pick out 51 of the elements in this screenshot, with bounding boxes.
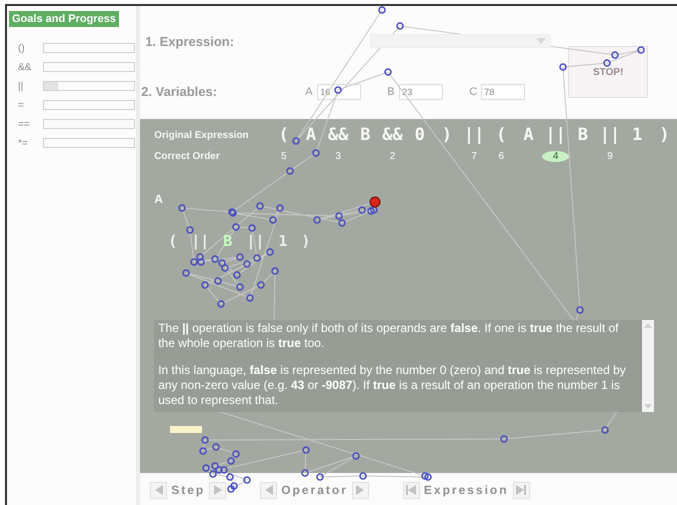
section-label: 1. Expression:: [145, 34, 236, 48]
expression-token[interactable]: (: [270, 125, 298, 145]
goal-label: ||: [18, 80, 24, 92]
expression-token[interactable]: ||: [542, 125, 570, 145]
expression-token: ||: [246, 232, 264, 250]
row-label: Correct Order: [154, 151, 221, 162]
order-number: 3: [334, 151, 342, 162]
input-field[interactable]: 78: [481, 84, 526, 100]
navigation-label: Step: [171, 483, 206, 497]
expression-token: 1: [278, 232, 288, 250]
input-field[interactable]: 23: [399, 84, 444, 100]
row-label: A: [154, 192, 163, 206]
expression-token[interactable]: ||: [460, 125, 488, 145]
navigation-label: Operator: [281, 483, 348, 497]
goal-label: =: [18, 100, 25, 110]
expression-token[interactable]: 1: [624, 125, 651, 145]
expression-token[interactable]: B: [569, 125, 596, 145]
goal-label: ==: [18, 118, 31, 130]
expression-token[interactable]: ||: [596, 125, 624, 145]
stop-button[interactable]: STOP!: [568, 46, 648, 98]
expression-token: (: [168, 232, 178, 250]
expression-token: B: [223, 232, 232, 250]
section-label: 2. Variables:: [141, 84, 218, 99]
goal-label: *=: [18, 138, 29, 148]
order-number: 7: [470, 151, 478, 162]
expression-token[interactable]: ): [433, 125, 460, 145]
expression-token[interactable]: A: [297, 125, 325, 145]
order-number: 6: [498, 151, 506, 162]
order-number: 5: [280, 151, 288, 162]
expression-token[interactable]: (: [488, 125, 515, 145]
goal-label: (): [18, 42, 26, 54]
variable-label: A: [305, 86, 314, 98]
variable-label: B: [387, 86, 396, 98]
expression-token[interactable]: &&: [324, 125, 352, 145]
variable-label: C: [469, 86, 478, 98]
help-paragraph: In this language, false is represented by the number 0 (zero) and true is represented by any non-zero value (e.g. 43 or -9087). If true is a result of an operation the number 1 is used to represent that.: [158, 363, 627, 408]
order-number: 2: [388, 151, 396, 162]
expression-token[interactable]: &&: [378, 125, 406, 145]
expression-token[interactable]: A: [514, 125, 542, 145]
goal-label: &&: [18, 62, 32, 72]
order-number: 4: [542, 151, 570, 162]
help-paragraph: The || operation is false only if both of its operands are false. If one is true the result of the whole operation is true too.: [158, 321, 620, 351]
order-number: 9: [606, 151, 614, 162]
expression-token[interactable]: 0: [406, 125, 434, 145]
expression-token[interactable]: ): [650, 125, 677, 145]
row-label: Original Expression: [154, 130, 250, 140]
navigation-label: Expression: [424, 483, 509, 497]
expression-token: ||: [191, 232, 210, 250]
expression-token: ): [301, 232, 310, 250]
panel-title: Goals and Progress: [9, 11, 119, 27]
expression-token[interactable]: B: [352, 125, 379, 145]
